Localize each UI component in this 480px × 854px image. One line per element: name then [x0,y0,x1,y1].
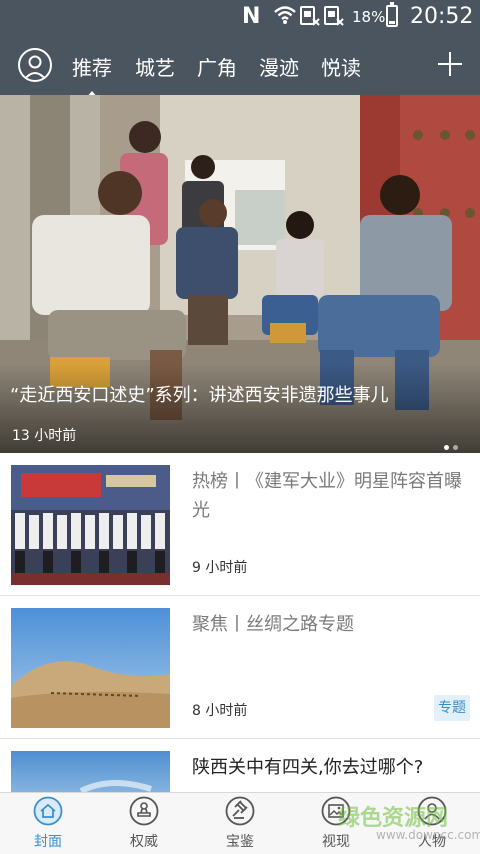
list-item[interactable]: 热榜丨《建军大业》明星阵容首曝光 9 小时前 [0,453,480,596]
bottom-nav-cover[interactable]: 封面 [0,793,96,854]
bottom-nav-label: 封面 [34,834,62,850]
tab-wide-angle[interactable]: 广角 [197,52,237,81]
topic-tag: 专题 [434,695,470,721]
tab-reading[interactable]: 悦读 [321,52,361,81]
tab-city-arts[interactable]: 城艺 [135,52,175,81]
plus-icon[interactable] [438,52,462,76]
wifi-icon [274,6,296,24]
battery-icon [386,2,398,27]
carousel-dot [444,445,449,450]
news-title: 热榜丨《建军大业》明星阵容首曝光 [192,471,462,521]
battery-percent: 18% [352,8,386,26]
news-thumbnail [11,465,170,585]
news-title: 陕西关中有四关,你去过哪个? [192,757,424,778]
top-nav: 推荐 城艺 广角 漫迹 悦读 [0,34,480,98]
bottom-nav-label: 宝鉴 [226,834,254,850]
gavel-icon [225,796,255,826]
news-time: 8 小时前 [192,703,248,719]
hero-time: 13 小时前 [12,428,77,444]
user-avatar-icon[interactable] [18,48,52,82]
bottom-nav-label: 权威 [130,834,158,850]
news-time: 9 小时前 [192,560,248,576]
bottom-nav-authority[interactable]: 权威 [96,793,192,854]
sim1-icon [300,6,320,26]
carousel-indicator [444,435,462,453]
sim2-icon [324,6,344,26]
clock: 20:52 [410,4,474,29]
stamp-icon [129,796,159,826]
nfc-icon: N [242,4,261,29]
carousel-dot [453,445,458,450]
tab-wander[interactable]: 漫迹 [259,52,299,81]
bottom-nav-label: 视现 [322,834,350,850]
news-title: 聚焦丨丝绸之路专题 [192,614,354,635]
hero-headline[interactable]: “走近西安口述史”系列：讲述西安非遗那些事儿 [10,381,389,407]
home-icon [33,796,63,826]
list-item[interactable]: 聚焦丨丝绸之路专题 8 小时前 专题 [0,596,480,739]
news-thumbnail [11,608,170,728]
status-bar: N 18% 20:52 [0,0,480,34]
list-item[interactable]: 陕西关中有四关,你去过哪个? [0,739,480,811]
hero-banner[interactable]: “走近西安口述史”系列：讲述西安非遗那些事儿 13 小时前 [0,95,480,453]
watermark-url: www.downcc.com [376,828,480,842]
tab-recommend[interactable]: 推荐 [72,52,112,98]
bottom-nav-treasure[interactable]: 宝鉴 [192,793,288,854]
